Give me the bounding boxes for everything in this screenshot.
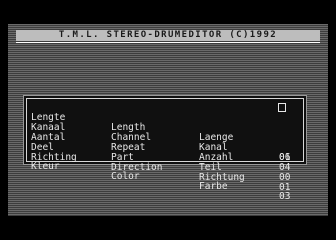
title-divider (16, 42, 320, 43)
setting-row-length[interactable]: Lengte Length Laenge 06 (27, 103, 303, 163)
editor-screen: T.M.L. STEREO-DRUMEDITOR (C)1992 Lengte … (8, 24, 328, 216)
settings-dialog: Lengte Length Laenge 06 Kanaal Channel K… (26, 98, 304, 202)
title-bar: T.M.L. STEREO-DRUMEDITOR (C)1992 (16, 30, 320, 41)
label-german: Farbe (199, 181, 228, 192)
label-english: Color (111, 171, 140, 182)
value-field[interactable]: 03 (279, 192, 290, 202)
text-cursor (278, 103, 286, 112)
setting-row-channel[interactable]: Kanaal Channel Kanal 01 (27, 113, 303, 163)
label-dutch: Kleur (31, 161, 60, 172)
setting-row-part[interactable]: Deel Part Teil 00 (27, 133, 303, 183)
setting-row-repeat[interactable]: Aantal Repeat Anzahl 04 (27, 123, 303, 173)
setting-row-color[interactable]: Kleur Color Farbe 03 (27, 152, 303, 202)
